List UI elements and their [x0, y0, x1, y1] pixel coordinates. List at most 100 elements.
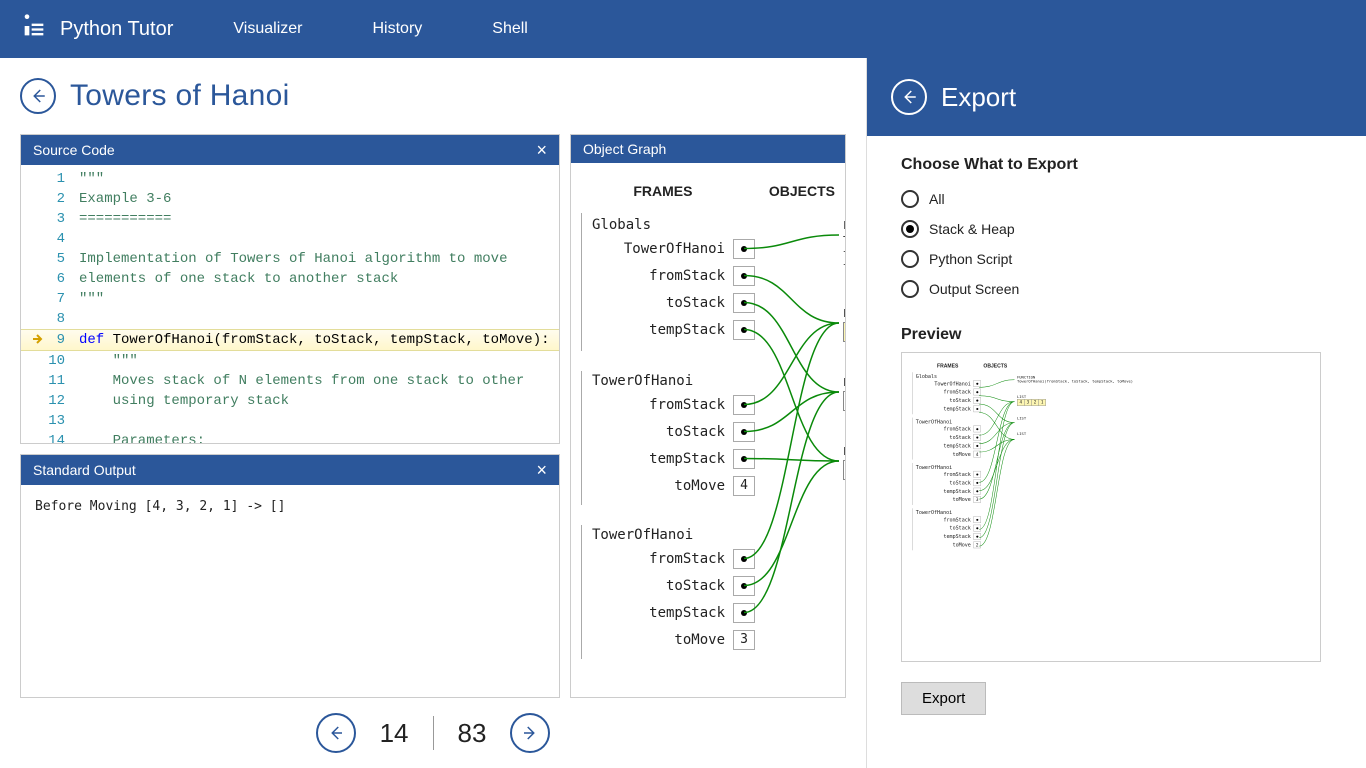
export-option[interactable]: Output Screen [901, 274, 1332, 304]
output-panel-title: Standard Output [33, 462, 136, 478]
graph-panel: Object Graph FRAMES OBJECTS GlobalsTower… [570, 134, 846, 698]
export-panel: Export Choose What to Export All Stack & … [866, 58, 1366, 768]
source-line: 11 Moves stack of N elements from one st… [21, 371, 559, 391]
var-name: toStack [666, 295, 725, 311]
var-name: toStack [666, 424, 725, 440]
var-value-box [733, 395, 755, 415]
prev-step-button[interactable] [316, 713, 356, 753]
var-row: fromStack [582, 262, 761, 289]
var-name: toMove [674, 632, 725, 648]
arrow-left-icon [900, 88, 918, 106]
export-option-label: Python Script [929, 251, 1012, 267]
nav-menu: Visualizer History Shell [233, 20, 527, 38]
frame-title: Globals [582, 217, 761, 233]
var-row: TowerOfHanoi [582, 235, 761, 262]
source-line: 1""" [21, 169, 559, 189]
source-line: 7""" [21, 289, 559, 309]
page-title: Towers of Hanoi [70, 79, 290, 113]
close-icon[interactable]: × [536, 461, 547, 479]
next-step-button[interactable] [510, 713, 550, 753]
frame: TowerOfHanoi fromStack toStack tempStack toM… [581, 371, 761, 505]
step-nav: 14 83 [20, 698, 846, 768]
source-panel: Source Code × 1"""2Example 3-63=========… [20, 134, 560, 444]
export-option-label: All [929, 191, 945, 207]
output-panel: Standard Output × Before Moving [4, 3, 2… [20, 454, 560, 698]
var-value-box [733, 549, 755, 569]
export-back-button[interactable] [891, 79, 927, 115]
preview-label: Preview [901, 326, 1332, 344]
source-line: 8 [21, 309, 559, 329]
var-row: fromStack [582, 545, 761, 572]
arrow-right-icon [521, 724, 539, 742]
source-line: 12 using temporary stack [21, 391, 559, 411]
var-name: fromStack [649, 397, 725, 413]
nav-item-shell[interactable]: Shell [492, 20, 528, 38]
var-row: toStack [582, 289, 761, 316]
export-option[interactable]: All [901, 184, 1332, 214]
object-row: FUNCTIONTowerOfHanoi(fromStack, toStack,… [843, 219, 845, 273]
var-name: fromStack [649, 551, 725, 567]
nav-item-visualizer[interactable]: Visualizer [233, 20, 302, 38]
app-logo: Python Tutor [20, 12, 173, 46]
object-row: LIST4321 [843, 307, 845, 342]
var-value-box [733, 576, 755, 596]
export-option-label: Stack & Heap [929, 221, 1015, 237]
source-line: 6elements of one stack to another stack [21, 269, 559, 289]
var-row: toStack [582, 418, 761, 445]
object-type-label: FUNCTION [843, 219, 845, 232]
arrow-left-icon [327, 724, 345, 742]
stdout-text: Before Moving [4, 3, 2, 1] -> [] [21, 485, 559, 697]
current-step: 14 [374, 718, 415, 749]
var-name: toMove [674, 478, 725, 494]
export-choose-label: Choose What to Export [901, 156, 1332, 174]
preview-box: FRAMESOBJECTSGlobalsTowerOfHanoifromStac… [901, 352, 1321, 662]
var-value-box [733, 422, 755, 442]
var-value-box [733, 449, 755, 469]
export-option[interactable]: Stack & Heap [901, 214, 1332, 244]
radio-icon [901, 220, 919, 238]
var-name: tempStack [649, 451, 725, 467]
source-line: 10 """ [21, 351, 559, 371]
var-row: toStack [582, 572, 761, 599]
var-value-box [733, 239, 755, 259]
export-radio-group: All Stack & Heap Python Script Output Scree… [901, 184, 1332, 304]
list-cells [843, 391, 845, 411]
list-cells [843, 460, 845, 480]
export-option[interactable]: Python Script [901, 244, 1332, 274]
var-name: toStack [666, 578, 725, 594]
var-value-box: 4 [733, 476, 755, 496]
var-value-box [733, 603, 755, 623]
var-name: tempStack [649, 605, 725, 621]
object-type-label: LIST [843, 445, 845, 458]
object-row: LIST [843, 376, 845, 411]
object-type-label: LIST [843, 307, 845, 320]
var-row: toMove3 [582, 626, 761, 653]
logo-icon [20, 12, 48, 46]
close-icon[interactable]: × [536, 141, 547, 159]
source-line: 14 Parameters: [21, 431, 559, 443]
export-header: Export [867, 58, 1366, 136]
frame-title: TowerOfHanoi [582, 527, 761, 543]
frame-title: TowerOfHanoi [582, 373, 761, 389]
step-divider [433, 716, 434, 750]
back-button[interactable] [20, 78, 56, 114]
radio-icon [901, 280, 919, 298]
radio-icon [901, 190, 919, 208]
frames-header: FRAMES [581, 183, 745, 199]
export-button[interactable]: Export [901, 682, 986, 715]
graph-panel-title: Object Graph [583, 141, 666, 157]
var-row: toMove 4 [582, 472, 761, 499]
source-panel-title: Source Code [33, 142, 115, 158]
graph-body[interactable]: FRAMES OBJECTS GlobalsTowerOfHanoifromSt… [571, 163, 845, 697]
source-body[interactable]: 1"""2Example 3-63===========45Implementa… [21, 165, 559, 443]
var-value-box [733, 266, 755, 286]
source-line: 5Implementation of Towers of Hanoi algor… [21, 249, 559, 269]
var-row: tempStack [582, 599, 761, 626]
nav-item-history[interactable]: History [372, 20, 422, 38]
page-header: Towers of Hanoi [20, 78, 846, 114]
export-title: Export [941, 82, 1016, 113]
var-value-box [733, 320, 755, 340]
top-nav: Python Tutor Visualizer History Shell [0, 0, 1366, 58]
var-row: tempStack [582, 316, 761, 343]
total-steps: 83 [452, 718, 493, 749]
